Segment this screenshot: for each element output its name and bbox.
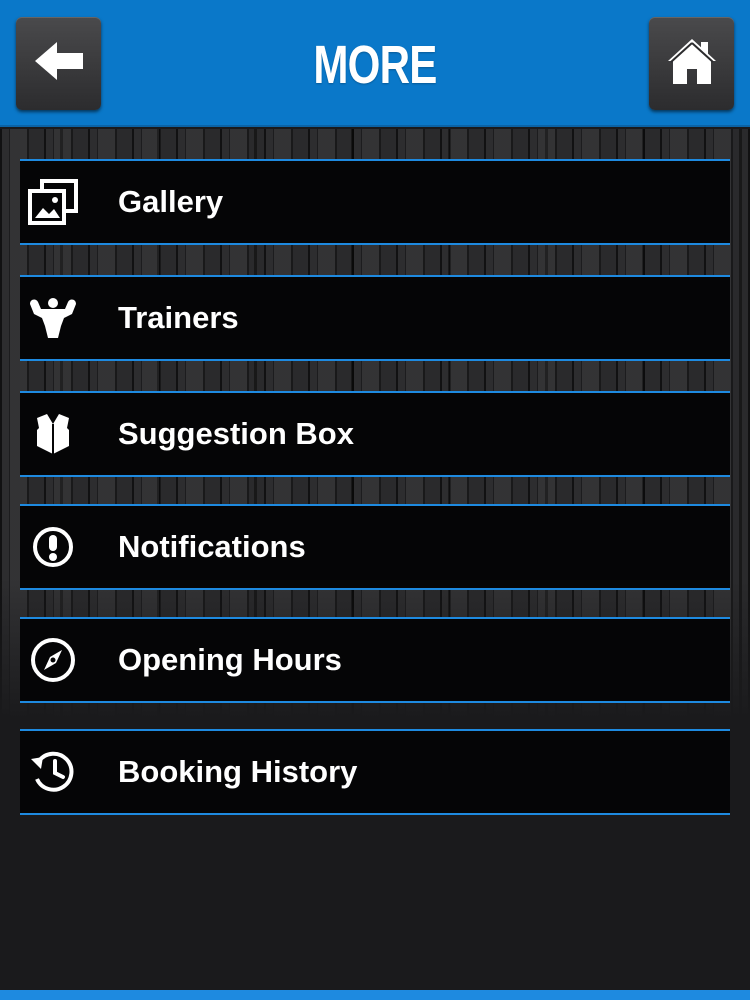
menu-item-notifications[interactable]: Notifications bbox=[20, 504, 730, 590]
arrow-left-icon bbox=[33, 40, 85, 87]
menu-item-gallery[interactable]: Gallery bbox=[20, 159, 730, 245]
compass-icon bbox=[28, 635, 78, 685]
menu-item-label: Notifications bbox=[118, 529, 306, 564]
menu-item-label: Opening Hours bbox=[118, 642, 342, 677]
menu-item-label: Suggestion Box bbox=[118, 416, 354, 451]
menu-item-label: Booking History bbox=[118, 754, 358, 789]
home-button[interactable] bbox=[649, 17, 734, 110]
menu-item-label: Gallery bbox=[118, 184, 224, 219]
home-icon bbox=[665, 34, 719, 93]
menu-item-booking-history[interactable]: Booking History bbox=[20, 729, 730, 815]
top-bar: MORE bbox=[0, 0, 750, 127]
exclamation-circle-icon bbox=[28, 522, 78, 572]
menu-item-suggestion-box[interactable]: Suggestion Box bbox=[20, 391, 730, 477]
gallery-icon bbox=[28, 177, 78, 227]
bottom-bar bbox=[0, 990, 750, 1000]
page-title: MORE bbox=[313, 35, 437, 95]
box-icon bbox=[28, 409, 78, 459]
history-icon bbox=[28, 747, 78, 797]
menu-item-trainers[interactable]: Trainers bbox=[20, 275, 730, 361]
menu-item-opening-hours[interactable]: Opening Hours bbox=[20, 617, 730, 703]
bodybuilder-icon bbox=[28, 293, 78, 343]
menu-item-label: Trainers bbox=[118, 300, 239, 335]
